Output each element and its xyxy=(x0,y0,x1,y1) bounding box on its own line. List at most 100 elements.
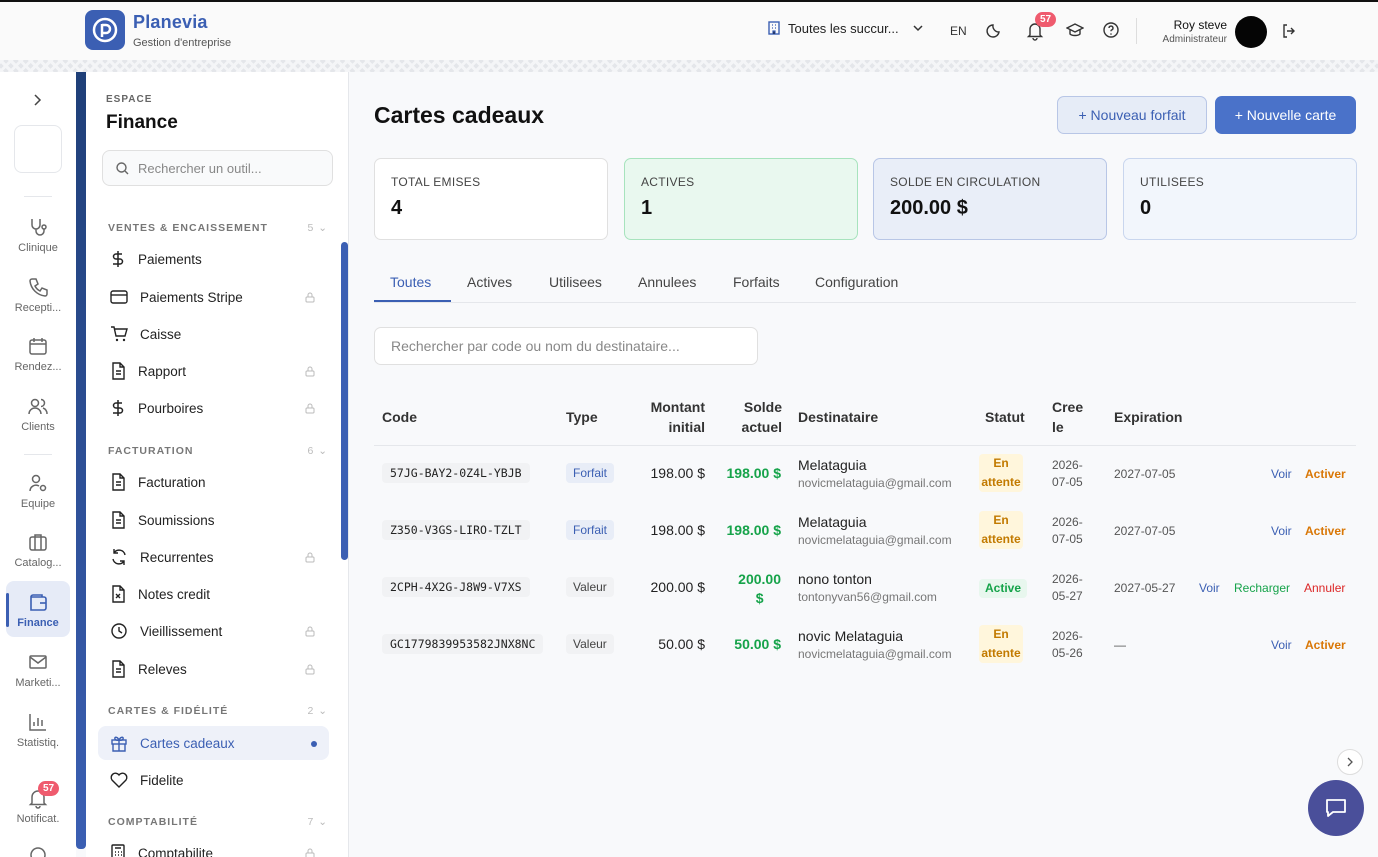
tab-configuration[interactable]: Configuration xyxy=(815,274,898,290)
col-code[interactable]: Code xyxy=(382,407,417,427)
tool-search-placeholder: Rechercher un outil... xyxy=(138,160,262,176)
rail-item-equipe[interactable]: Equipe xyxy=(0,472,76,510)
sidebar-item-rapport[interactable]: Rapport xyxy=(98,354,329,388)
page-title: Cartes cadeaux xyxy=(374,102,545,128)
section-facturation[interactable]: FACTURATION 6 ⌄ xyxy=(108,445,328,457)
bar-chart-icon xyxy=(29,714,46,731)
recipient: Melataguia novicmelataguia@gmail.com xyxy=(798,514,952,547)
tab-toutes[interactable]: Toutes xyxy=(390,274,431,290)
sidebar-item-fidelite[interactable]: Fidelite xyxy=(98,763,329,797)
section-cartes-fidelite[interactable]: CARTES & FIDÉLITÉ 2 ⌄ xyxy=(108,705,328,717)
section-label: VENTES & ENCAISSEMENT xyxy=(108,222,268,234)
table-row[interactable]: 57JG-BAY2-0Z4L-YBJB Forfait 198.00 $ 198… xyxy=(374,445,1356,502)
sidebar-item-vieillissement[interactable]: Vieillissement xyxy=(98,614,329,648)
sidebar-item-caisse[interactable]: Caisse xyxy=(98,317,329,351)
initial-amount: 198.00 $ xyxy=(650,522,706,538)
rail-item-statistiques[interactable]: Statistiq. xyxy=(0,711,76,749)
col-statut[interactable]: Statut xyxy=(985,407,1025,427)
tab-utilisees[interactable]: Utilisees xyxy=(549,274,602,290)
initial-amount: 200.00 $ xyxy=(650,579,706,595)
col-montant-initial[interactable]: Montant initial xyxy=(651,397,705,437)
settings-icon[interactable] xyxy=(28,845,48,857)
chat-button[interactable] xyxy=(1308,780,1364,836)
table-row[interactable]: GC1779839953582JNX8NC Valeur 50.00 $ 50.… xyxy=(374,616,1356,673)
sidebar-item-notes-credit[interactable]: Notes credit xyxy=(98,577,329,611)
rail-item-clinique[interactable]: Clinique xyxy=(0,216,76,254)
activate-link[interactable]: Activer xyxy=(1305,638,1346,652)
rail-label: Rendez... xyxy=(14,361,62,373)
recharge-link[interactable]: Recharger xyxy=(1234,581,1290,595)
scroll-right-button[interactable] xyxy=(1337,749,1363,775)
sidebar-item-pourboires[interactable]: Pourboires xyxy=(98,391,329,425)
activate-link[interactable]: Activer xyxy=(1305,524,1346,538)
sidebar-item-paiements-stripe[interactable]: Paiements Stripe xyxy=(98,280,329,314)
tab-annulees[interactable]: Annulees xyxy=(638,274,696,290)
table-row[interactable]: 2CPH-4X2G-J8W9-V7XS Valeur 200.00 $ 200.… xyxy=(374,559,1356,616)
expiration-date: — xyxy=(1114,638,1126,652)
sidebar-item-cartes-cadeaux[interactable]: Cartes cadeaux xyxy=(98,726,329,760)
rail-item-rendezvous[interactable]: Rendez... xyxy=(0,335,76,373)
chevron-down-icon xyxy=(913,25,923,32)
sidebar-item-releves[interactable]: Releves xyxy=(98,652,329,686)
rail-divider xyxy=(24,196,52,197)
activate-link[interactable]: Activer xyxy=(1305,467,1346,481)
help-icon[interactable] xyxy=(1102,21,1120,39)
nav-label: Cartes cadeaux xyxy=(140,735,235,751)
rail-label: Finance xyxy=(17,617,59,629)
top-bar: Planevia Gestion d'entreprise Toutes les… xyxy=(0,0,1378,60)
rail-item-clients[interactable]: Clients xyxy=(0,395,76,433)
view-link[interactable]: Voir xyxy=(1199,581,1220,595)
col-solde-actuel[interactable]: Solde actuel xyxy=(742,397,782,437)
moon-icon[interactable] xyxy=(986,21,1004,39)
graduation-cap-icon[interactable] xyxy=(1066,21,1084,39)
view-link[interactable]: Voir xyxy=(1271,467,1292,481)
user-info[interactable]: Roy steve Administrateur xyxy=(1163,18,1227,45)
rail-item-finance[interactable]: Finance xyxy=(0,591,76,629)
user-role: Administrateur xyxy=(1162,34,1227,45)
logout-icon[interactable] xyxy=(1281,23,1297,39)
clinic-logo[interactable] xyxy=(14,125,62,173)
sidebar-item-paiements[interactable]: Paiements xyxy=(98,242,329,276)
file-icon xyxy=(112,362,125,380)
stat-label: TOTAL EMISES xyxy=(391,175,481,189)
view-link[interactable]: Voir xyxy=(1271,524,1292,538)
rail-item-marketing[interactable]: Marketi... xyxy=(0,651,76,689)
sidebar-item-comptabilite[interactable]: Comptabilite xyxy=(98,836,329,857)
sidebar-item-recurrentes[interactable]: Recurrentes xyxy=(98,540,329,574)
rail-item-reception[interactable]: Recepti... xyxy=(0,276,76,314)
type-badge: Forfait xyxy=(566,463,615,483)
new-card-button[interactable]: + Nouvelle carte xyxy=(1215,96,1356,134)
tab-actives[interactable]: Actives xyxy=(467,274,512,290)
view-link[interactable]: Voir xyxy=(1271,638,1292,652)
rail-item-catalogue[interactable]: Catalog... xyxy=(0,531,76,569)
lock-icon xyxy=(305,403,315,414)
planevia-logo-icon[interactable] xyxy=(85,10,125,50)
rail-item-notifications[interactable]: Notificat. xyxy=(0,787,76,825)
recipient-email: tontonyvan56@gmail.com xyxy=(798,590,937,604)
cancel-link[interactable]: Annuler xyxy=(1304,581,1345,595)
chevron-right-icon[interactable] xyxy=(31,92,45,108)
calculator-icon xyxy=(111,844,125,857)
search-icon xyxy=(116,161,129,174)
nav-label: Comptabilite xyxy=(138,845,214,857)
tab-forfaits[interactable]: Forfaits xyxy=(733,274,780,290)
col-destinataire[interactable]: Destinataire xyxy=(798,407,878,427)
language-toggle[interactable]: EN xyxy=(950,24,967,38)
section-ventes[interactable]: VENTES & ENCAISSEMENT 5 ⌄ xyxy=(108,222,328,234)
avatar[interactable] xyxy=(1235,16,1267,48)
new-forfait-button[interactable]: + Nouveau forfait xyxy=(1057,96,1207,134)
section-comptabilite[interactable]: COMPTABILITÉ 7 ⌄ xyxy=(108,816,328,828)
sidebar-item-facturation[interactable]: Facturation xyxy=(98,465,329,499)
sidebar-scrollbar[interactable] xyxy=(341,242,348,560)
col-type[interactable]: Type xyxy=(566,407,598,427)
tool-search-input[interactable]: Rechercher un outil... xyxy=(102,150,333,186)
sidebar-item-soumissions[interactable]: Soumissions xyxy=(98,503,329,537)
col-expiration[interactable]: Expiration xyxy=(1114,407,1182,427)
branch-selector[interactable]: Toutes les succur... xyxy=(766,20,927,36)
recipient-name: Melataguia xyxy=(798,514,867,530)
card-search-input[interactable]: Rechercher par code ou nom du destinatai… xyxy=(374,327,758,365)
sidebar-accent-bar xyxy=(76,72,86,849)
stat-card-actives: ACTIVES 1 xyxy=(624,158,858,240)
col-cree-le[interactable]: Cree le xyxy=(1052,397,1083,437)
table-row[interactable]: Z350-V3GS-LIRO-TZLT Forfait 198.00 $ 198… xyxy=(374,502,1356,559)
